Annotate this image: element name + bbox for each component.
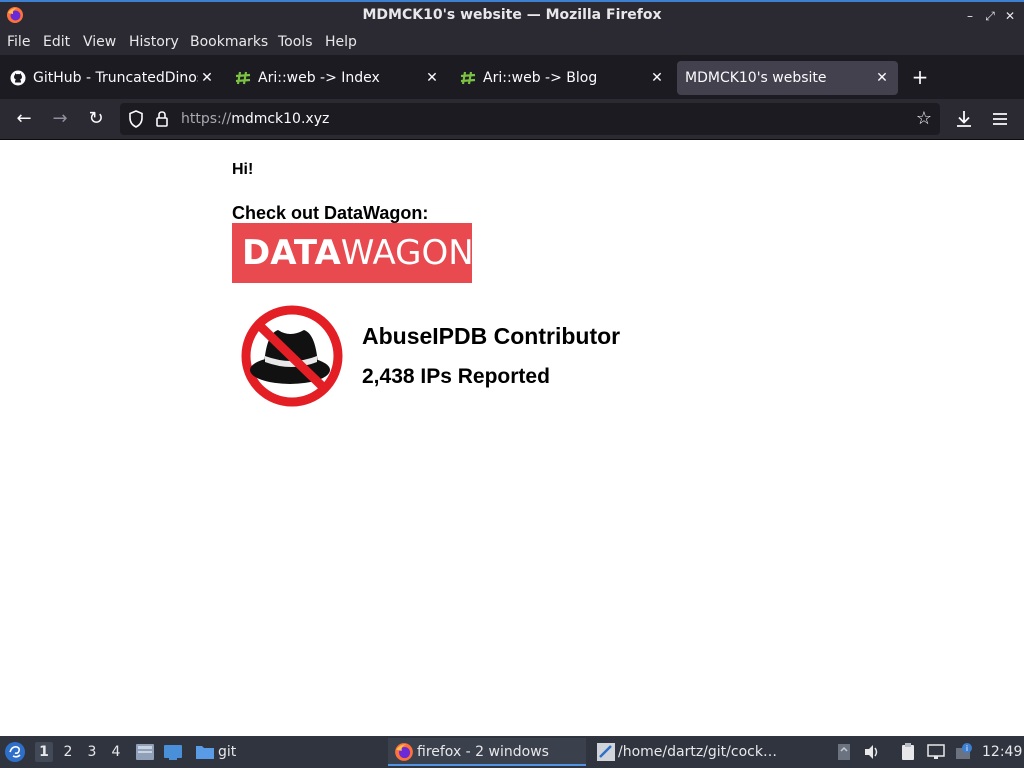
menu-help[interactable]: Help	[325, 32, 357, 52]
close-tab-icon[interactable]: ✕	[199, 69, 215, 87]
task-terminal[interactable]: /home/dartz/git/cock…	[592, 738, 792, 766]
tab-github[interactable]: GitHub - TruncatedDinosaur ✕	[2, 61, 220, 95]
workspace-1[interactable]: 1	[35, 742, 53, 762]
github-icon	[10, 70, 26, 86]
task-firefox[interactable]: firefox - 2 windows	[388, 738, 586, 766]
tab-ari-web-blog[interactable]: Ari::web -> Blog ✕	[452, 61, 670, 95]
reload-button[interactable]: ↻	[84, 108, 108, 130]
new-tab-button[interactable]: +	[908, 65, 932, 89]
abuseipdb-badge-icon[interactable]	[240, 304, 344, 408]
clipboard-icon[interactable]	[898, 742, 918, 762]
folder-label[interactable]: git	[218, 743, 236, 761]
url-text[interactable]: https://mdmck10.xyz	[181, 110, 329, 128]
datawagon-logo-link[interactable]: DATAWAGON	[232, 223, 474, 283]
hamburger-menu-icon[interactable]	[990, 109, 1010, 129]
volume-icon[interactable]	[862, 742, 882, 762]
back-button[interactable]: ←	[12, 108, 36, 130]
workspace-3[interactable]: 3	[83, 742, 101, 762]
taskbar: 1 2 3 4 git firefox - 2 windows /home/da…	[0, 736, 1024, 768]
network-icon[interactable]	[926, 742, 946, 762]
abuseipdb-title: AbuseIPDB Contributor	[362, 323, 621, 349]
datawagon-logo-light: WAGON	[340, 233, 474, 273]
tab-label: GitHub - TruncatedDinosaur	[33, 70, 198, 86]
close-tab-icon[interactable]: ✕	[649, 69, 665, 87]
clock: 12:49	[982, 744, 1023, 760]
downloads-icon[interactable]	[954, 109, 974, 129]
lock-icon[interactable]	[155, 110, 169, 128]
tab-mdmck10-website[interactable]: MDMCK10's website ✕	[677, 61, 898, 95]
workspace-4[interactable]: 4	[107, 742, 125, 762]
ari-web-icon	[235, 71, 251, 85]
menu-file[interactable]: File	[7, 32, 30, 52]
tab-ari-web-index[interactable]: Ari::web -> Index ✕	[227, 61, 445, 95]
datawagon-heading: Check out DataWagon:	[232, 203, 429, 223]
navigation-bar: ← → ↻ https://mdmck10.xyz ☆	[0, 99, 1024, 140]
shield-icon[interactable]	[128, 110, 144, 128]
menu-edit[interactable]: Edit	[43, 32, 70, 52]
window-title: MDMCK10's website — Mozilla Firefox	[362, 7, 662, 23]
greeting-text: Hi!	[232, 161, 254, 178]
folder-icon[interactable]	[194, 742, 216, 762]
page-content: Hi! Check out DataWagon: DATAWAGON Abuse…	[0, 141, 1024, 736]
abuseipdb-count: 2,438 IPs Reported	[362, 365, 550, 388]
text-editor-icon	[597, 743, 615, 761]
menu-tools[interactable]: Tools	[278, 32, 313, 52]
maximize-icon[interactable]: ⤢	[982, 7, 998, 25]
url-scheme: https://	[181, 111, 232, 127]
close-tab-icon[interactable]: ✕	[874, 69, 890, 87]
tab-strip: GitHub - TruncatedDinosaur ✕ Ari::web ->…	[0, 55, 1024, 99]
desktop-icon[interactable]	[162, 742, 184, 762]
window-titlebar: MDMCK10's website — Mozilla Firefox – ⤢ …	[0, 0, 1024, 30]
close-window-icon[interactable]: ✕	[1002, 7, 1018, 25]
task-label: /home/dartz/git/cock…	[618, 744, 777, 760]
file-manager-icon[interactable]	[134, 742, 156, 762]
firefox-icon	[395, 743, 413, 761]
close-tab-icon[interactable]: ✕	[424, 69, 440, 87]
svg-text:i: i	[966, 744, 968, 753]
bookmark-star-icon[interactable]: ☆	[914, 109, 934, 129]
tab-label: Ari::web -> Index	[258, 70, 380, 86]
updates-icon[interactable]: i	[954, 742, 974, 762]
forward-button[interactable]: →	[48, 108, 72, 130]
datawagon-logo-bold: DATA	[242, 233, 341, 273]
tab-label: MDMCK10's website	[685, 70, 827, 86]
url-host: mdmck10.xyz	[231, 111, 330, 127]
menu-history[interactable]: History	[129, 32, 179, 52]
menu-bookmarks[interactable]: Bookmarks	[190, 32, 268, 52]
tab-label: Ari::web -> Blog	[483, 70, 598, 86]
scroll-indicator-icon[interactable]	[834, 742, 854, 762]
minimize-icon[interactable]: –	[962, 7, 978, 25]
task-label: firefox - 2 windows	[417, 744, 549, 760]
app-menu-icon[interactable]	[4, 741, 26, 763]
menu-view[interactable]: View	[83, 32, 116, 52]
workspace-2[interactable]: 2	[59, 742, 77, 762]
ari-web-icon	[460, 71, 476, 85]
url-bar[interactable]: https://mdmck10.xyz ☆	[120, 103, 940, 135]
menu-bar: File Edit View History Bookmarks Tools H…	[0, 30, 1024, 55]
